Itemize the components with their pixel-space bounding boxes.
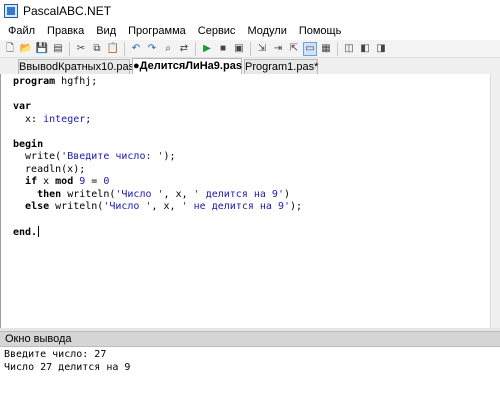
type-integer: integer [43,113,86,125]
step-into-icon[interactable]: ⇲ [255,42,269,56]
keyword-end: end. [13,227,38,238]
step-out-icon[interactable]: ⇱ [287,42,301,56]
find-icon[interactable]: ⌕ [161,42,175,56]
code-line: else writeln('Число ', x, ' не делится н… [25,201,303,212]
toolbar-separator [195,41,196,56]
window-layout-3-icon[interactable]: ◨ [374,42,388,56]
tab-vyvod-kratnyh[interactable]: ВвывodКратных10.pas* [18,59,138,74]
string-literal: ' делится на 9' [193,188,284,200]
tab-program1[interactable]: Program1.pas* [244,59,318,74]
step-over-icon[interactable]: ⇥ [271,42,285,56]
string-literal: ' не делится на 9' [181,201,290,212]
title-bar: PascalABC.NET [0,0,500,22]
app-logo-icon [4,4,18,18]
toolbar: 🗋 📂 💾 ▤ ✂ ⧉ 📋 ↶ ↷ ⌕ ⇄ ▶ ■ ▣ ⇲ ⇥ ⇱ ▭ ▦ ◫ … [0,40,500,58]
new-file-icon[interactable]: 🗋 [3,42,17,56]
string-literal: 'Число ' [115,188,164,200]
output-line: Введите число: 27 [4,349,107,360]
run-icon[interactable]: ▶ [200,42,214,56]
menu-file[interactable]: Файл [2,22,41,40]
output-text: Введите число: 27 Число 27 делится на 9 [4,349,130,374]
menu-service[interactable]: Сервис [192,22,242,40]
menu-bar: Файл Правка Вид Программа Сервис Модули … [0,22,500,40]
menu-edit[interactable]: Правка [41,22,90,40]
window-layout-2-icon[interactable]: ◧ [358,42,372,56]
save-icon[interactable]: 💾 [35,42,49,56]
copy-icon[interactable]: ⧉ [90,42,104,56]
window-title: PascalABC.NET [23,4,112,18]
toolbar-separator [69,41,70,56]
code-editor[interactable]: program hgfhj; var x: integer; begin wri… [0,74,490,328]
code-line: end. [13,226,40,238]
output-window[interactable]: Введите число: 27 Число 27 делится на 9 [0,347,500,420]
text-caret [38,226,40,237]
menu-modules[interactable]: Модули [241,22,292,40]
cut-icon[interactable]: ✂ [74,42,88,56]
keyword-mod: mod [55,176,74,187]
keyword-then: then [37,188,62,200]
redo-icon[interactable]: ↷ [145,42,159,56]
output-window-header: Окно вывода [0,331,500,347]
stop-icon[interactable]: ■ [216,42,230,56]
open-file-icon[interactable]: 📂 [19,42,33,56]
number-literal: 9 [79,176,86,187]
code-line: write('Введите число: '); [13,151,176,162]
toolbar-separator [337,41,338,56]
output-window-icon[interactable]: ▭ [303,41,317,56]
keyword-program: program [13,76,56,87]
keyword-begin: begin [13,138,44,150]
form-designer-icon[interactable]: ▦ [319,42,333,56]
code-line: then writeln('Число ', x, ' делится на 9… [37,188,290,200]
replace-icon[interactable]: ⇄ [177,42,191,56]
menu-view[interactable]: Вид [90,22,122,40]
toolbar-separator [124,41,125,56]
keyword-else: else [25,201,50,212]
editor-tab-strip: ВвывodКратных10.pas* ●ДелитсяЛиНа9.pas P… [0,58,500,74]
string-literal: 'Число ' [103,201,152,212]
menu-help[interactable]: Помощь [293,22,348,40]
number-literal: 0 [103,176,110,187]
code-text[interactable]: program hgfhj; var x: integer; begin wri… [13,76,302,240]
save-all-icon[interactable]: ▤ [51,42,65,56]
undo-icon[interactable]: ↶ [129,42,143,56]
editor-vertical-scrollbar[interactable] [490,74,500,328]
string-literal: 'Введите число: ' [61,151,164,162]
keyword-if: if [25,176,38,187]
code-line: readln(x); [13,163,86,175]
code-line: begin [13,139,43,150]
keyword-var: var [13,101,32,112]
code-line: var [13,101,31,112]
paste-icon[interactable]: 📋 [106,42,120,56]
debug-icon[interactable]: ▣ [232,42,246,56]
menu-program[interactable]: Программа [122,22,192,40]
toolbar-separator [250,41,251,56]
code-line: program hgfhj; [13,76,98,87]
output-line: Число 27 делится на 9 [4,361,131,373]
tab-delitsya-li-na-9[interactable]: ●ДелитсяЛиНа9.pas [132,58,242,74]
window-layout-1-icon[interactable]: ◫ [342,42,356,56]
code-line: if x mod 9 = 0 [25,176,110,187]
code-line: x: integer; [13,113,92,125]
